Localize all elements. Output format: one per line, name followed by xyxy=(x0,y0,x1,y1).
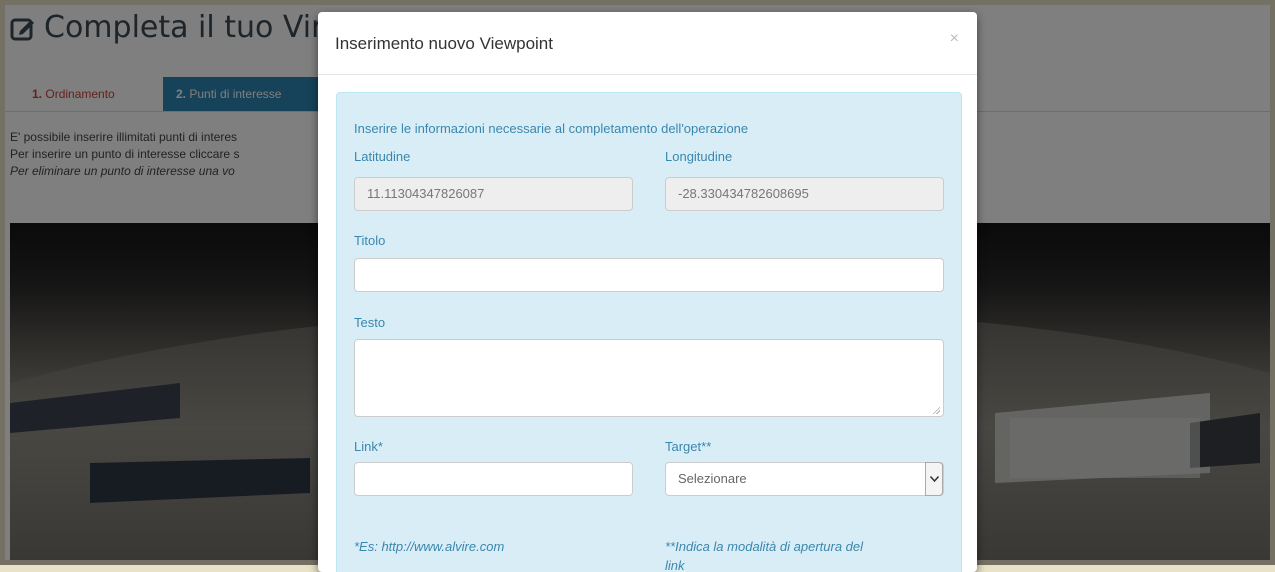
testo-textarea[interactable] xyxy=(354,339,944,417)
link-example-note: *Es: http://www.alvire.com xyxy=(354,539,505,554)
link-input[interactable] xyxy=(354,462,633,496)
chevron-down-icon[interactable] xyxy=(925,462,943,496)
target-label: Target** xyxy=(665,439,712,454)
target-select[interactable]: Selezionare xyxy=(665,462,944,496)
target-note-line-1: **Indica la modalità di apertura del xyxy=(665,539,864,554)
info-text: Inserire le informazioni necessarie al c… xyxy=(354,121,749,136)
testo-label: Testo xyxy=(354,315,386,330)
latitude-label: Latitudine xyxy=(354,149,411,164)
target-note-line-2: link xyxy=(665,558,685,572)
form-panel: Inserire le informazioni necessarie al c… xyxy=(336,92,962,572)
latitude-value: 11.11304347826087 xyxy=(367,186,485,201)
target-selected: Selezionare xyxy=(678,471,747,486)
longitude-label: Longitudine xyxy=(665,149,733,164)
viewpoint-modal: Inserimento nuovo Viewpoint × Inserire l… xyxy=(318,12,977,572)
resize-handle-icon[interactable] xyxy=(932,406,940,414)
longitude-value: -28.330434782608695 xyxy=(678,186,809,201)
titolo-label: Titolo xyxy=(354,233,386,248)
longitude-field[interactable]: -28.330434782608695 xyxy=(665,177,944,211)
modal-title: Inserimento nuovo Viewpoint xyxy=(335,34,553,53)
latitude-field[interactable]: 11.11304347826087 xyxy=(354,177,633,211)
link-label: Link* xyxy=(354,439,383,454)
close-icon[interactable]: × xyxy=(950,30,959,48)
titolo-input[interactable] xyxy=(354,258,944,292)
modal-header: Inserimento nuovo Viewpoint × xyxy=(318,12,977,75)
